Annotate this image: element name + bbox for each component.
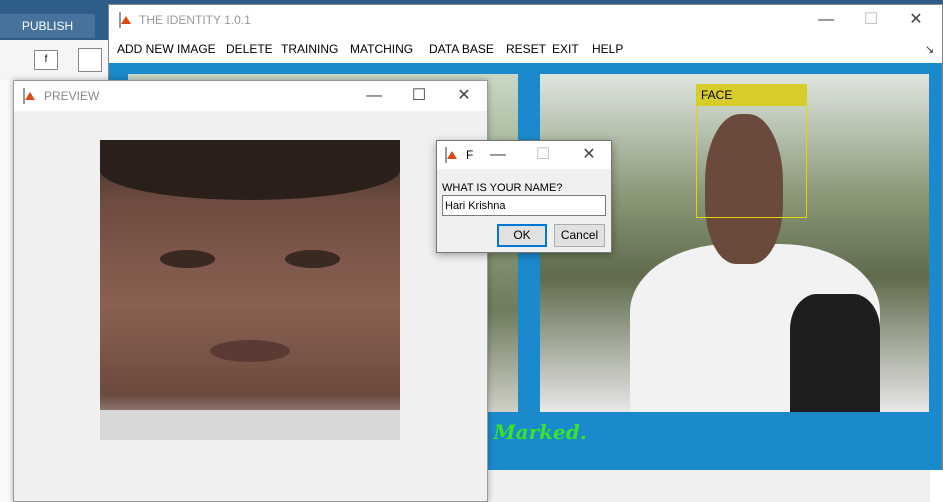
left-eye xyxy=(160,250,215,268)
matlab-icon xyxy=(23,88,25,104)
minimize-icon[interactable]: — xyxy=(478,141,518,169)
menu-bar: ADD NEW IMAGE DELETE TRAINING MATCHING D… xyxy=(109,35,942,63)
minimize-icon[interactable]: — xyxy=(354,81,394,111)
preview-title-bar: PREVIEW — ☐ ✕ xyxy=(14,81,487,111)
menu-data-base[interactable]: DATA BASE xyxy=(429,35,494,63)
close-icon[interactable]: ✕ xyxy=(896,5,936,35)
name-prompt: WHAT IS YOUR NAME? xyxy=(442,182,563,194)
close-icon[interactable]: ✕ xyxy=(569,141,609,169)
minimize-icon[interactable]: — xyxy=(806,5,846,35)
preview-title: PREVIEW xyxy=(44,89,100,103)
preview-face-image xyxy=(100,140,400,440)
menu-reset[interactable]: RESET xyxy=(506,35,546,63)
publish-file-icon[interactable] xyxy=(78,48,102,72)
window-title: THE IDENTITY 1.0.1 xyxy=(139,13,251,27)
preview-window: PREVIEW — ☐ ✕ xyxy=(13,80,488,502)
right-eye xyxy=(285,250,340,268)
menu-add-new-image[interactable]: ADD NEW IMAGE xyxy=(117,35,216,63)
cancel-button[interactable]: Cancel xyxy=(554,224,605,247)
menu-matching[interactable]: MATCHING xyxy=(350,35,413,63)
matlab-icon xyxy=(445,147,447,163)
backpack xyxy=(790,294,880,412)
publish-tab[interactable]: PUBLISH xyxy=(0,14,95,38)
hair xyxy=(100,140,400,200)
face-label: FACE xyxy=(696,84,807,106)
insert-function-icon[interactable]: f xyxy=(34,50,58,70)
maximize-icon[interactable]: ☐ xyxy=(851,5,891,35)
title-bar: THE IDENTITY 1.0.1 — ☐ ✕ xyxy=(109,5,942,35)
close-icon[interactable]: ✕ xyxy=(444,81,484,111)
resize-grip-icon[interactable]: ↘ xyxy=(925,43,934,56)
dialog-title-bar: F — ☐ ✕ xyxy=(437,141,611,169)
maximize-icon[interactable]: ☐ xyxy=(523,141,563,169)
maximize-icon[interactable]: ☐ xyxy=(399,81,439,111)
matlab-icon xyxy=(119,12,121,28)
menu-exit[interactable]: EXIT xyxy=(552,35,579,63)
matlab-toolbar: f xyxy=(0,40,110,81)
name-dialog: F — ☐ ✕ WHAT IS YOUR NAME? OK Cancel xyxy=(436,140,612,253)
menu-training[interactable]: TRAINING xyxy=(281,35,338,63)
ok-button[interactable]: OK xyxy=(497,224,547,247)
mouth xyxy=(210,340,290,362)
menu-delete[interactable]: DELETE xyxy=(226,35,273,63)
collar xyxy=(100,410,400,440)
dialog-title: F xyxy=(466,148,474,162)
name-input[interactable] xyxy=(442,195,606,216)
attendance-status: n Marked. xyxy=(472,420,587,444)
menu-help[interactable]: HELP xyxy=(592,35,623,63)
